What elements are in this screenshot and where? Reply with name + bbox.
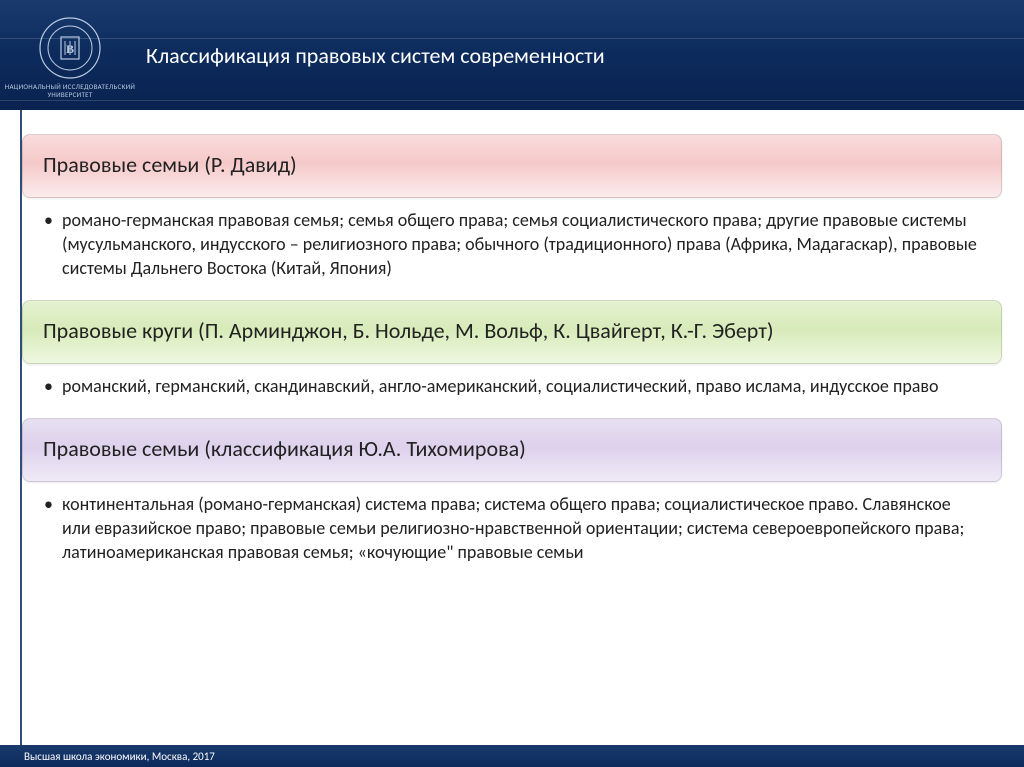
svg-text:В: В (66, 42, 74, 56)
block-3-body: континентальная (романо-германская) сист… (22, 482, 1002, 579)
block-3-item: континентальная (романо-германская) сист… (62, 492, 980, 565)
block-3-heading: Правовые семьи (классификация Ю.А. Тихом… (22, 418, 1002, 482)
logo-emblem-icon: В (39, 17, 101, 79)
block-2: Правовые круги (П. Арминджон, Б. Нольде,… (22, 300, 1002, 412)
block-2-body: романский, германский, скандинавский, ан… (22, 364, 1002, 412)
left-rule (20, 110, 22, 745)
block-2-item: романский, германский, скандинавский, ан… (62, 374, 980, 398)
slide-content: Правовые семьи (Р. Давид) романо-германс… (0, 110, 1024, 579)
block-3: Правовые семьи (классификация Ю.А. Тихом… (22, 418, 1002, 578)
block-1: Правовые семьи (Р. Давид) романо-германс… (22, 134, 1002, 294)
slide-footer: Высшая школа экономики, Москва, 2017 (0, 745, 1024, 767)
block-1-heading: Правовые семьи (Р. Давид) (22, 134, 1002, 198)
slide-header: В НАЦИОНАЛЬНЫЙ ИССЛЕДОВАТЕЛЬСКИЙ УНИВЕРС… (0, 0, 1024, 110)
hse-logo: В НАЦИОНАЛЬНЫЙ ИССЛЕДОВАТЕЛЬСКИЙ УНИВЕРС… (0, 0, 140, 110)
footer-text: Высшая школа экономики, Москва, 2017 (24, 750, 215, 763)
logo-caption-2: УНИВЕРСИТЕТ (47, 91, 92, 99)
block-2-heading: Правовые круги (П. Арминджон, Б. Нольде,… (22, 300, 1002, 364)
block-1-item: романо-германская правовая семья; семья … (62, 208, 980, 281)
block-1-body: романо-германская правовая семья; семья … (22, 198, 1002, 295)
slide-title: Классификация правовых систем современно… (140, 42, 605, 69)
